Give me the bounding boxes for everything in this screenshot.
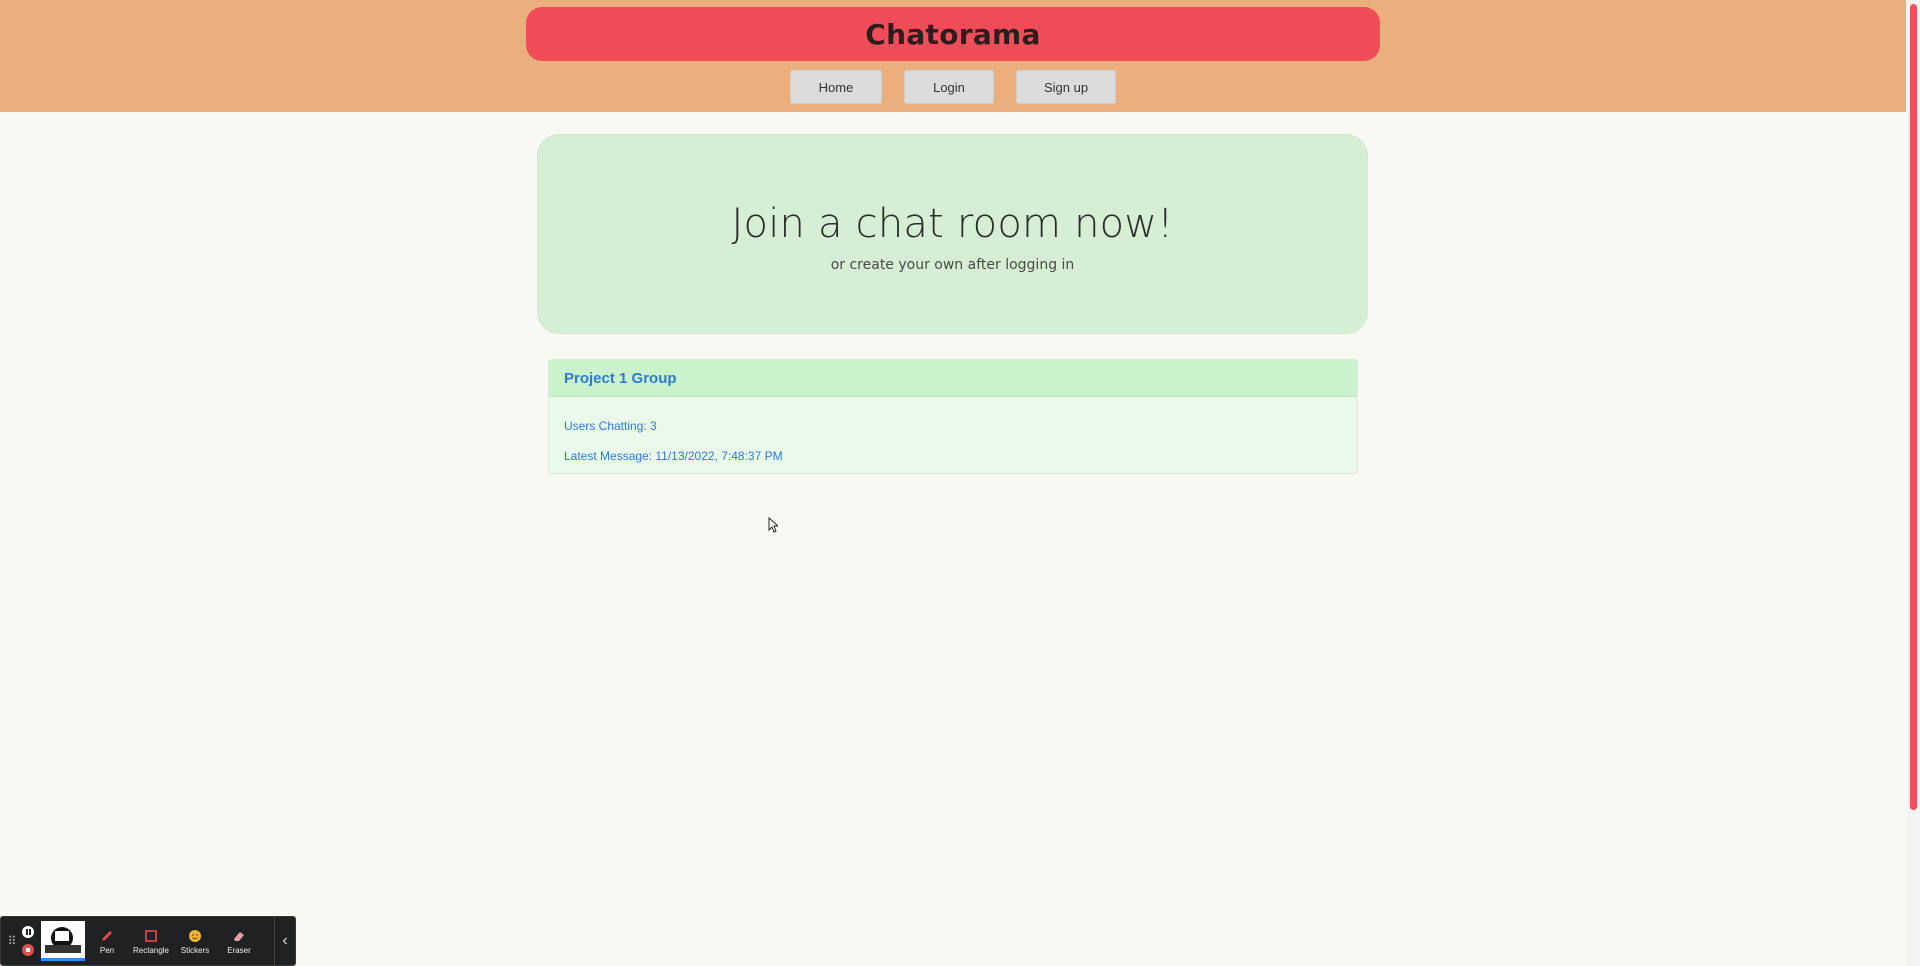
camera-preview-thumbnail[interactable] (41, 921, 85, 961)
annotation-toolbar: ⠿ Pen Rectangle Stickers Eraser ‹ (0, 916, 296, 966)
room-card-body: Users Chatting: 3 Latest Message: 11/13/… (549, 397, 1357, 473)
eraser-icon (232, 928, 246, 944)
room-card[interactable]: Project 1 Group Users Chatting: 3 Latest… (548, 359, 1358, 474)
pen-tool-button[interactable]: Pen (85, 928, 129, 955)
collapse-chevron-icon[interactable]: ‹ (274, 917, 295, 965)
stickers-tool-label: Stickers (180, 945, 210, 955)
page: Chatorama Home Login Sign up Join a chat… (0, 0, 1920, 966)
site-header: Chatorama Home Login Sign up (0, 0, 1906, 112)
eraser-tool-label: Eraser (227, 945, 251, 955)
eraser-tool-button[interactable]: Eraser (217, 928, 261, 955)
brand-title: Chatorama (865, 17, 1041, 51)
room-name-link[interactable]: Project 1 Group (564, 370, 677, 387)
vertical-scrollbar[interactable] (1906, 0, 1920, 966)
hero-jumbotron: Join a chat room now! or create your own… (537, 134, 1368, 334)
recording-controls (19, 926, 37, 956)
scrollbar-thumb[interactable] (1910, 4, 1917, 810)
nav-login-button[interactable]: Login (904, 70, 994, 104)
drag-handle-icon[interactable]: ⠿ (5, 934, 19, 948)
brand-banner: Chatorama (526, 7, 1380, 61)
nav-signup-button[interactable]: Sign up (1016, 70, 1116, 104)
sticker-emoji-icon (188, 928, 202, 944)
mouse-pointer-icon (768, 517, 778, 533)
rectangle-tool-button[interactable]: Rectangle (129, 928, 173, 955)
nav-home-button[interactable]: Home (790, 70, 882, 104)
stop-icon[interactable] (22, 944, 34, 956)
room-latest-message: Latest Message: 11/13/2022, 7:48:37 PM (564, 449, 783, 463)
hero-title: Join a chat room now! (731, 201, 1174, 247)
rectangle-tool-label: Rectangle (132, 945, 170, 955)
stickers-tool-button[interactable]: Stickers (173, 928, 217, 955)
rectangle-icon (144, 928, 158, 944)
hero-subtitle: or create your own after logging in (830, 257, 1075, 273)
room-card-header: Project 1 Group (549, 360, 1357, 397)
pause-icon[interactable] (22, 926, 34, 938)
pen-icon (100, 928, 114, 944)
pen-tool-label: Pen (99, 945, 115, 955)
room-users-chatting: Users Chatting: 3 (564, 419, 657, 433)
